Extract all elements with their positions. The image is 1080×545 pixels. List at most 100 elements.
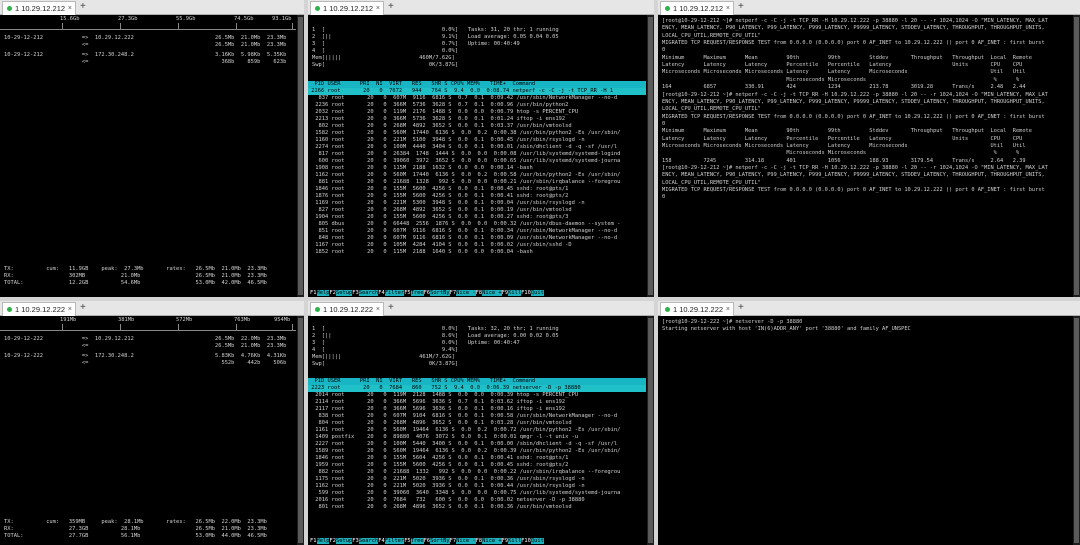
- process-row[interactable]: 2227 root 20 0 100M 5440 3400 S 0.0 0.1 …: [312, 441, 617, 448]
- session-tab[interactable]: 1 10.29.12.222 ×: [310, 302, 384, 316]
- process-row[interactable]: 2016 root 20 0 7684 732 600 S 0.0 0.0 0:…: [312, 497, 584, 504]
- session-tab[interactable]: 1 10.29.12.212 ×: [660, 1, 734, 15]
- fkey-f10[interactable]: F10: [521, 290, 531, 296]
- session-tab[interactable]: 1 10.29.12.222 ×: [2, 302, 76, 316]
- new-tab-icon[interactable]: +: [388, 0, 394, 13]
- fkey-label[interactable]: Filter: [384, 290, 405, 296]
- fkey-label[interactable]: SortBy: [430, 538, 450, 544]
- process-row[interactable]: 2032 root 20 0 119M 2176 1488 S 0.0 0.0 …: [312, 109, 578, 116]
- fkey-label[interactable]: SortBy: [430, 290, 450, 296]
- terminal-pane-netperf-212[interactable]: 1 10.29.12.212 × + [root@10-29-12-212 ~]#…: [658, 0, 1080, 297]
- close-tab-icon[interactable]: ×: [68, 2, 72, 15]
- close-tab-icon[interactable]: ×: [68, 303, 72, 316]
- new-tab-icon[interactable]: +: [388, 301, 394, 314]
- fkey-f1[interactable]: F1: [310, 290, 317, 296]
- process-row[interactable]: 1846 root 20 0 155M 5604 4256 S 0.0 0.1 …: [312, 455, 568, 462]
- fkey-label[interactable]: Kill: [508, 290, 522, 296]
- process-row[interactable]: 2236 root 20 0 366M 5736 3628 S 0.7 0.1 …: [312, 102, 568, 109]
- fkey-f3[interactable]: F3: [352, 538, 359, 544]
- process-row[interactable]: 801 root 20 0 268M 4896 3652 S 0.0 0.1 0…: [312, 504, 571, 511]
- process-row[interactable]: 1904 root 20 0 155M 5600 4256 S 0.0 0.1 …: [312, 214, 568, 221]
- process-row[interactable]: 837 root 20 0 607M 9116 6816 S 0.7 0.1 0…: [312, 95, 617, 102]
- process-row[interactable]: 1846 root 20 0 155M 5600 4256 S 0.0 0.1 …: [312, 186, 568, 193]
- fkey-label[interactable]: Filter: [384, 538, 405, 544]
- fkey-f5[interactable]: F5: [404, 538, 411, 544]
- fkey-label[interactable]: Nice +: [482, 538, 502, 544]
- fkey-f2[interactable]: F2: [329, 290, 336, 296]
- process-row[interactable]: 802 root 20 0 268M 4892 3652 S 0.0 0.1 0…: [312, 123, 571, 130]
- process-row[interactable]: 600 root 20 0 39060 3972 3652 S 0.0 0.0 …: [312, 158, 620, 165]
- process-row[interactable]: 1582 root 20 0 560M 17440 6136 S 0.0 0.2…: [312, 130, 620, 137]
- column-header[interactable]: PID USER PRI NI VIRT RES SHR S CPU% MEM%…: [308, 378, 646, 385]
- new-tab-icon[interactable]: +: [80, 301, 86, 314]
- process-row[interactable]: 881 root 20 0 21688 1328 992 S 0.0 0.0 0…: [312, 179, 620, 186]
- process-row[interactable]: 848 root 20 0 607M 9116 6816 S 0.0 0.1 0…: [312, 235, 617, 242]
- fkey-label[interactable]: Quit: [530, 290, 544, 296]
- process-row[interactable]: 1169 root 20 0 221M 5300 3948 S 0.0 0.1 …: [312, 200, 584, 207]
- scrollbar[interactable]: [1073, 15, 1080, 297]
- session-tab[interactable]: 1 10.29.12.212 ×: [310, 1, 384, 15]
- scrollbar[interactable]: [647, 316, 654, 545]
- fkey-f1[interactable]: F1: [310, 538, 317, 544]
- fkey-f5[interactable]: F5: [404, 290, 411, 296]
- process-row[interactable]: 2213 root 20 0 366M 5736 3628 S 0.0 0.1 …: [312, 116, 565, 123]
- fkey-label[interactable]: Nice -: [456, 538, 476, 544]
- fkey-f2[interactable]: F2: [329, 538, 336, 544]
- process-row[interactable]: 882 root 20 0 21688 1332 992 S 0.0 0.0 0…: [312, 469, 620, 476]
- process-row[interactable]: 1409 postfix 20 0 89880 4076 3072 S 0.0 …: [312, 434, 578, 441]
- selected-process-row[interactable]: 2266 root 20 0 7672 944 764 S 9.4 0.0 0:…: [308, 88, 646, 95]
- fkey-label[interactable]: Tree: [410, 290, 424, 296]
- process-row[interactable]: 1852 root 20 0 115M 2188 1640 S 0.0 0.0 …: [312, 249, 532, 256]
- process-row[interactable]: 1908 root 20 0 115M 2188 1632 S 0.0 0.0 …: [312, 165, 532, 172]
- new-tab-icon[interactable]: +: [738, 301, 744, 314]
- session-tab[interactable]: 1 10.29.12.212 ×: [2, 1, 76, 15]
- close-tab-icon[interactable]: ×: [726, 2, 730, 15]
- fkey-label[interactable]: Kill: [508, 538, 522, 544]
- process-row[interactable]: 1161 root 20 0 560M 19464 6136 S 0.0 0.2…: [312, 427, 620, 434]
- process-row[interactable]: 1160 root 20 0 221M 5100 3948 S 0.0 0.1 …: [312, 137, 584, 144]
- process-row[interactable]: 1876 root 20 0 155M 5600 4256 S 0.0 0.1 …: [312, 193, 568, 200]
- process-row[interactable]: 599 root 20 0 39060 3640 3348 S 0.0 0.0 …: [312, 490, 620, 497]
- fkey-f4[interactable]: F4: [378, 538, 385, 544]
- close-tab-icon[interactable]: ×: [376, 303, 380, 316]
- new-tab-icon[interactable]: +: [738, 0, 744, 13]
- process-row[interactable]: 827 root 20 0 268M 4892 3652 S 0.0 0.1 0…: [312, 207, 571, 214]
- fkey-label[interactable]: Help: [316, 290, 330, 296]
- fkey-label[interactable]: Help: [316, 538, 330, 544]
- fkey-label[interactable]: Setup: [335, 538, 353, 544]
- close-tab-icon[interactable]: ×: [726, 303, 730, 316]
- fkey-f10[interactable]: F10: [521, 538, 531, 544]
- fkey-label[interactable]: Setup: [335, 290, 353, 296]
- process-row[interactable]: 838 root 20 0 607M 9104 6816 S 0.0 0.1 0…: [312, 413, 617, 420]
- fkey-label[interactable]: Search: [358, 538, 379, 544]
- process-row[interactable]: 804 root 20 0 268M 4896 3652 S 0.0 0.1 0…: [312, 420, 571, 427]
- column-header[interactable]: PID USER PRI NI VIRT RES SHR S CPU% MEM%…: [308, 81, 646, 88]
- process-row[interactable]: 1959 root 20 0 155M 5600 4256 S 0.0 0.1 …: [312, 462, 568, 469]
- process-row[interactable]: 1162 root 20 0 560M 17440 6136 S 0.0 0.2…: [312, 172, 620, 179]
- close-tab-icon[interactable]: ×: [376, 2, 380, 15]
- process-row[interactable]: 817 root 20 0 26384 1748 1444 S 0.0 0.0 …: [312, 151, 620, 158]
- process-row[interactable]: 2117 root 20 0 366M 5696 3636 S 0.0 0.1 …: [312, 406, 565, 413]
- scrollbar[interactable]: [297, 316, 304, 545]
- terminal-pane-htop-222[interactable]: 1 10.29.12.222 × + 1 [ 0.0%] Tasks: 32, 2…: [308, 301, 654, 545]
- fkey-label[interactable]: Quit: [530, 538, 544, 544]
- process-row[interactable]: 1167 root 20 0 105M 4284 4104 S 0.0 0.1 …: [312, 242, 571, 249]
- process-row[interactable]: 1162 root 20 0 221M 5020 3936 S 0.0 0.1 …: [312, 483, 584, 490]
- process-row[interactable]: 2014 root 20 0 119M 2128 1488 S 0.0 0.0 …: [312, 392, 578, 399]
- fkey-label[interactable]: Nice -: [456, 290, 476, 296]
- process-row[interactable]: 851 root 20 0 607M 9116 6816 S 0.0 0.1 0…: [312, 228, 617, 235]
- process-row[interactable]: 2274 root 20 0 100M 4440 3404 S 0.0 0.1 …: [312, 144, 617, 151]
- selected-process-row[interactable]: 2223 root 20 0 7684 860 752 S 9.4 0.0 0:…: [308, 385, 646, 392]
- fkey-f4[interactable]: F4: [378, 290, 385, 296]
- terminal-pane-htop-212[interactable]: 1 10.29.12.212 × + 1 [ 0.0%] Tasks: 31, 2…: [308, 0, 654, 297]
- process-row[interactable]: 1589 root 20 0 560M 19464 6136 S 0.0 0.2…: [312, 448, 620, 455]
- process-row[interactable]: 805 dbus 20 0 66448 2556 1876 S 0.0 0.0 …: [312, 221, 620, 228]
- scrollbar[interactable]: [1073, 316, 1080, 545]
- session-tab[interactable]: 1 10.29.12.222 ×: [660, 302, 734, 316]
- fkey-label[interactable]: Nice +: [482, 290, 502, 296]
- new-tab-icon[interactable]: +: [80, 0, 86, 13]
- process-row[interactable]: 1175 root 20 0 221M 5020 3936 S 0.0 0.1 …: [312, 476, 584, 483]
- fkey-label[interactable]: Search: [358, 290, 379, 296]
- scrollbar[interactable]: [647, 15, 654, 297]
- fkey-label[interactable]: Tree: [410, 538, 424, 544]
